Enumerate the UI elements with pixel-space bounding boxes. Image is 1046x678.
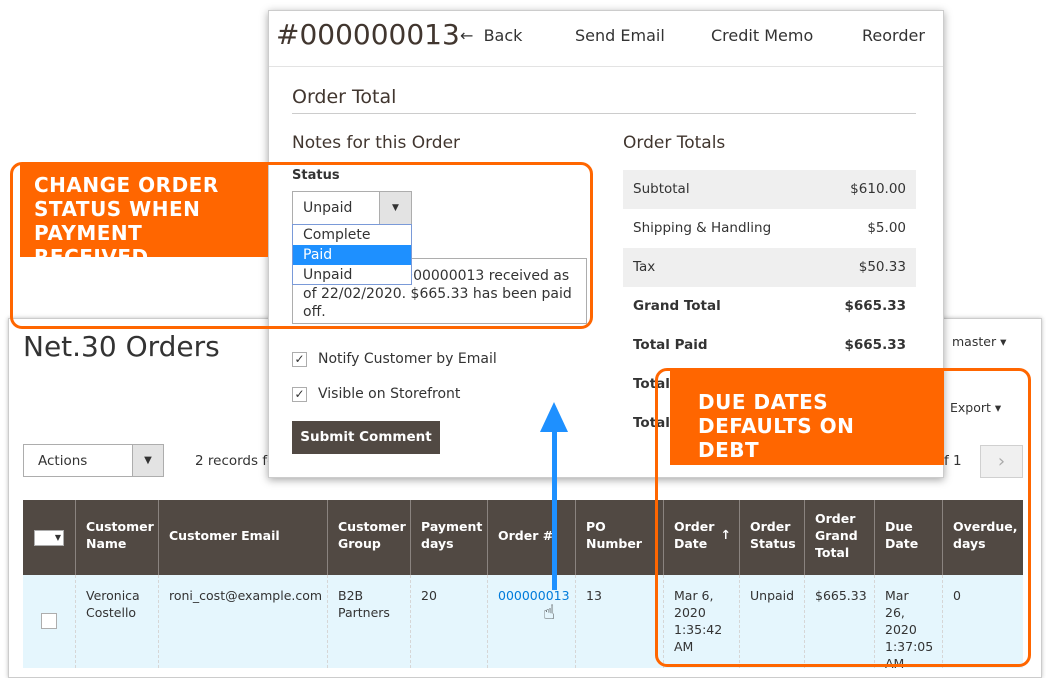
reorder-button[interactable]: Reorder (862, 26, 925, 45)
section-divider (292, 113, 916, 114)
back-button[interactable]: ← Back (460, 26, 522, 45)
total-label: Tax (633, 259, 656, 275)
row-checkbox[interactable] (41, 613, 57, 629)
caret-down-icon: ▼ (132, 445, 163, 476)
order-number-title: #000000013 (276, 18, 460, 51)
cell-payment-days: 20 (411, 575, 488, 668)
col-order-number[interactable]: Order # (488, 500, 576, 575)
totals-row: Grand Total $665.33 (623, 287, 916, 326)
total-value: $5.00 (867, 220, 906, 236)
cell-group: B2B Partners (328, 575, 411, 668)
caret-down-icon: ▾ (1000, 334, 1007, 349)
total-value: $50.33 (858, 259, 906, 275)
notes-title: Notes for this Order (292, 133, 461, 153)
total-value: $665.33 (844, 337, 907, 353)
send-email-button[interactable]: Send Email (575, 26, 665, 45)
arrow-shaft (552, 428, 557, 590)
user-menu[interactable]: master ▾ (952, 334, 1006, 349)
total-label: Subtotal (633, 181, 690, 197)
col-payment-days[interactable]: Payment days (411, 500, 488, 575)
notify-checkbox[interactable]: ✓ (292, 352, 307, 367)
total-label: Total Paid (633, 337, 708, 353)
section-title: Order Total (292, 86, 397, 108)
col-customer-name[interactable]: Customer Name (76, 500, 159, 575)
credit-memo-button[interactable]: Credit Memo (711, 26, 813, 45)
total-label: Grand Total (633, 298, 721, 314)
arrow-up-icon (540, 402, 568, 432)
col-po-number[interactable]: PO Number (576, 500, 664, 575)
totals-row: Tax $50.33 (623, 248, 916, 287)
cell-customer-name: Veronica Costello (76, 575, 159, 668)
totals-title: Order Totals (623, 133, 726, 153)
cell-email: roni_cost@example.com (159, 575, 328, 668)
header-divider (269, 66, 943, 67)
cell-order-number: 000000013 (488, 575, 576, 668)
page-title: Net.30 Orders (23, 330, 220, 363)
totals-row: Subtotal $610.00 (623, 170, 916, 209)
arrow-left-icon: ← (460, 26, 474, 45)
status-callout: CHANGE ORDER STATUS WHEN PAYMENT RECEIVE… (20, 165, 268, 269)
back-label: Back (483, 26, 523, 45)
due-dates-callout: DUE DATES DEFAULTS ON DEBT (670, 368, 944, 465)
actions-select[interactable]: Actions ▼ (23, 444, 164, 477)
records-count: 2 records fo (195, 453, 276, 469)
total-label: Shipping & Handling (633, 220, 772, 236)
visible-checkbox[interactable]: ✓ (292, 387, 307, 402)
total-value: $610.00 (850, 181, 906, 197)
user-name: master (952, 334, 997, 349)
notify-label: Notify Customer by Email (318, 351, 497, 367)
visible-label: Visible on Storefront (318, 386, 461, 402)
actions-label: Actions (38, 453, 88, 469)
hand-cursor-icon: ☝ (543, 600, 556, 624)
submit-comment-button[interactable]: Submit Comment (292, 421, 440, 454)
select-all-header[interactable]: ▼ (23, 500, 76, 575)
order-link[interactable]: 000000013 (498, 588, 570, 603)
total-value: $665.33 (844, 298, 907, 314)
totals-row: Total Paid $665.33 (623, 326, 916, 365)
totals-row: Shipping & Handling $5.00 (623, 209, 916, 248)
col-customer-group[interactable]: Customer Group (328, 500, 411, 575)
cell-po: 13 (576, 575, 664, 668)
mass-select-icon[interactable]: ▼ (34, 530, 64, 546)
col-customer-email[interactable]: Customer Email (159, 500, 328, 575)
row-checkbox-cell (23, 575, 76, 668)
